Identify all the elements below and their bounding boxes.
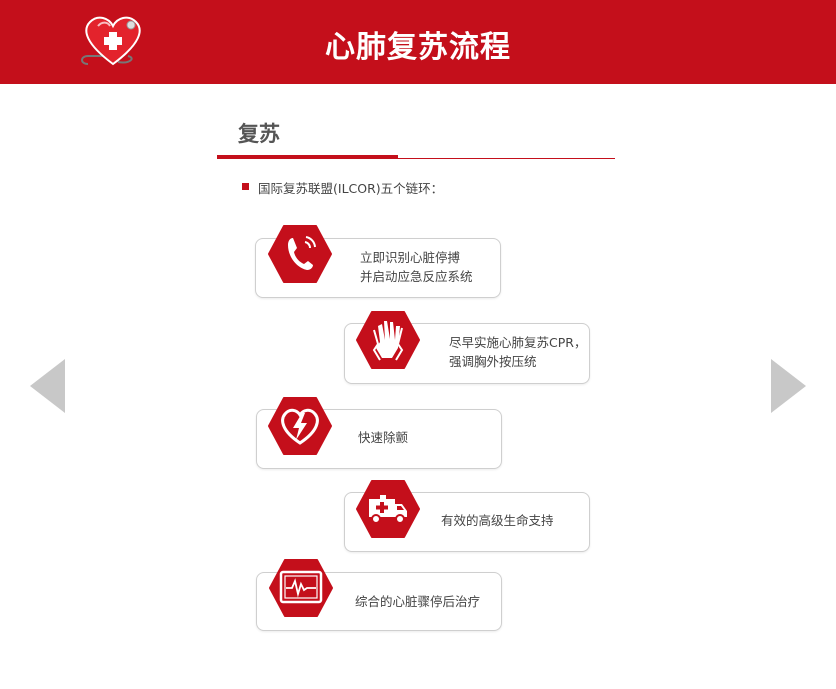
step-1-text: 立即识别心脏停搏 并启动应急反应系统 — [360, 248, 473, 286]
hands-icon — [356, 311, 420, 369]
previous-slide-arrow-icon[interactable] — [27, 357, 67, 415]
step-2-line-2: 强调胸外按压统 — [449, 354, 537, 369]
step-1-line-1: 立即识别心脏停搏 — [360, 250, 461, 265]
section-title: 复苏 — [238, 122, 280, 146]
page-title: 心肺复苏流程 — [325, 30, 511, 65]
step-5-line-1: 综合的心脏骤停后治疗 — [355, 594, 481, 609]
step-5-text: 综合的心脏骤停后治疗 — [355, 592, 480, 611]
ambulance-icon — [356, 480, 420, 538]
step-3-text: 快速除颤 — [358, 428, 408, 447]
heart-monitor-icon — [269, 559, 333, 617]
section-divider-accent — [217, 155, 398, 159]
step-2-text: 尽早实施心肺复苏CPR， 强调胸外按压统 — [449, 333, 586, 371]
header-bar: 心肺复苏流程 — [0, 0, 836, 84]
defibrillator-heart-icon — [268, 397, 332, 455]
bullet-square-icon — [242, 183, 249, 190]
step-3-line-1: 快速除颤 — [358, 430, 409, 445]
step-4-text: 有效的高级生命支持 — [441, 511, 554, 530]
next-slide-arrow-icon[interactable] — [769, 357, 809, 415]
intro-text: 国际复苏联盟(ILCOR)五个链环： — [258, 181, 444, 196]
step-1-line-2: 并启动应急反应系统 — [360, 269, 473, 284]
step-4-line-1: 有效的高级生命支持 — [441, 513, 554, 528]
phone-icon — [268, 225, 332, 283]
step-2-line-1: 尽早实施心肺复苏CPR， — [449, 335, 587, 350]
